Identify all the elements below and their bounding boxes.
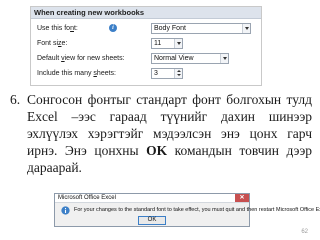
font-option-row: Use this font: i Body Font: [37, 23, 261, 34]
info-icon: i: [109, 24, 117, 32]
section-header: When creating new workbooks: [31, 7, 261, 19]
chevron-down-icon[interactable]: [174, 39, 182, 48]
spinner-arrows-icon[interactable]: [174, 69, 182, 78]
default-view-label: Default view for new sheets:: [37, 55, 125, 62]
sheet-count-label: Include this many sheets:: [37, 70, 116, 77]
page-number: 62: [301, 229, 308, 235]
font-size-dropdown[interactable]: 11: [151, 38, 183, 49]
font-size-label: Font size:: [37, 40, 68, 47]
default-view-value: Normal View: [154, 55, 194, 62]
sheet-count-spinner[interactable]: 3: [151, 68, 183, 79]
chevron-down-icon[interactable]: [220, 54, 228, 63]
font-size-option-row: Font size: 11: [37, 38, 261, 49]
chevron-down-icon[interactable]: [242, 24, 250, 33]
sheet-count-value: 3: [154, 70, 158, 77]
default-view-dropdown[interactable]: Normal View: [151, 53, 229, 64]
font-value: Body Font: [154, 25, 186, 32]
font-label: Use this font:: [37, 25, 78, 32]
info-icon: [61, 206, 70, 215]
default-view-option-row: Default view for new sheets: Normal View: [37, 53, 261, 64]
step-text: Сонгосон фонтыг стандарт фонт болгохын т…: [27, 91, 312, 176]
sheet-count-option-row: Include this many sheets: 3: [37, 68, 261, 79]
ok-emphasis: OK: [146, 143, 168, 158]
font-dropdown[interactable]: Body Font: [151, 23, 251, 34]
dialog-title: Microsoft Office Excel: [55, 194, 249, 203]
dialog-message: For your changes to the standard font to…: [74, 207, 320, 213]
font-size-value: 11: [154, 40, 162, 47]
excel-message-dialog: Microsoft Office Excel ✕ For your change…: [54, 193, 320, 227]
step-number: 6.: [10, 92, 21, 107]
ok-button[interactable]: OK: [138, 216, 166, 225]
excel-options-panel: When creating new workbooks Use this fon…: [30, 6, 262, 86]
close-button[interactable]: ✕: [235, 194, 249, 202]
